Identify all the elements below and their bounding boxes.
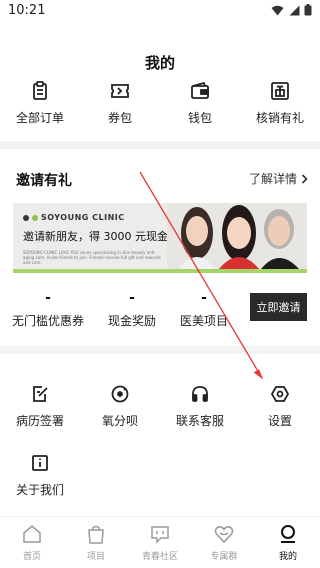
wifi-icon [271,5,284,15]
quick-item-label: 核销有礼 [255,111,304,125]
banner-models-image [167,203,307,269]
logo-dot-icon [23,214,29,221]
signal-icon [289,5,300,15]
battery-icon [304,4,312,16]
menu-row-1: 病历签署 氧分呗 联系客服 设置 [0,384,320,432]
menu-item-label: 关于我们 [15,483,64,497]
settings-hexagon-icon [270,386,290,402]
quick-item-redeem-gift[interactable]: 核销有礼 [240,78,320,130]
wallet-icon [191,81,209,99]
menu-item-label: 病历签署 [15,414,64,428]
chat-icon [151,526,169,544]
brand-logo: SOYOUNG CLINIC [23,213,125,222]
chevron-right-icon [301,173,308,184]
heart-icon [214,526,234,544]
invite-section-title: 邀请有礼 [16,173,72,189]
tab-exclusive-group[interactable]: 专属群 [192,517,256,568]
invite-details-link[interactable]: 了解详情 [249,170,308,187]
clipboard-icon [33,81,47,100]
status-time: 10:21 [8,3,46,18]
quick-item-label: 券包 [107,111,132,125]
tab-home[interactable]: 首页 [0,517,64,568]
stat-project: - 医美项目 [176,290,232,329]
invite-now-button[interactable]: 立即邀请 [250,293,307,321]
status-bar: 10:21 [0,0,320,22]
stat-label: 医美项目 [179,314,228,328]
status-icons [271,4,312,16]
bottom-tab-bar: 首页 项目 青春社区 专属群 我的 [0,516,320,568]
banner-headline: 邀请新朋友，得 3000 元现金 [23,230,168,243]
gift-scan-icon [271,82,289,100]
menu-item-oxygen-pay[interactable]: 氧分呗 [80,384,160,432]
stat-coupon: - 无门槛优惠券 [6,290,90,329]
menu-item-about-us[interactable]: 关于我们 [0,453,80,501]
quick-item-orders[interactable]: 全部订单 [0,78,80,130]
invite-banner[interactable]: SOYOUNG CLINIC 邀请新朋友，得 3000 元现金 SOYOUNG … [13,203,307,273]
menu-item-label: 氧分呗 [101,414,138,428]
stat-cash: - 现金奖励 [100,290,164,329]
menu-item-label: 联系客服 [175,414,224,428]
tab-label: 项目 [86,552,105,562]
tab-projects[interactable]: 项目 [64,517,128,568]
tab-label: 青春社区 [141,552,178,562]
tab-mine[interactable]: 我的 [256,517,320,568]
tab-label: 我的 [278,552,297,562]
sign-document-icon [33,386,48,402]
tab-community[interactable]: 青春社区 [128,517,192,568]
home-icon [23,525,41,543]
info-icon [32,455,48,471]
tab-label: 专属群 [210,552,238,562]
oxygen-coin-icon [111,385,129,403]
section-divider [0,141,320,149]
headphones-icon [192,386,208,402]
bag-icon [88,525,104,544]
menu-item-label: 设置 [267,414,292,428]
banner-fine-print: SOYOUNG CLINIC LOVE YOU saves specializi… [23,250,161,265]
brand-name: SOYOUNG CLINIC [41,213,125,222]
quick-item-wallet[interactable]: 钱包 [160,78,240,130]
tab-label: 首页 [22,552,41,562]
stat-label: 无门槛优惠券 [11,314,84,328]
menu-item-medical-records[interactable]: 病历签署 [0,384,80,432]
page-title: 我的 [144,54,175,72]
profile-icon [281,525,295,543]
menu-item-customer-service[interactable]: 联系客服 [160,384,240,432]
ticket-icon [111,84,129,98]
invite-details-label: 了解详情 [248,172,297,186]
quick-actions: 全部订单 券包 钱包 核销有礼 [0,78,320,130]
stat-value: - [201,290,207,306]
quick-item-label: 钱包 [187,111,212,125]
menu-item-settings[interactable]: 设置 [240,384,320,432]
stat-value: - [129,290,135,306]
stat-label: 现金奖励 [107,314,156,328]
section-divider [0,346,320,354]
quick-item-label: 全部订单 [15,111,64,125]
logo-dot-icon [32,214,38,221]
menu-row-2: 关于我们 [0,453,320,501]
banner-accent-stripe [13,269,307,273]
stat-value: - [45,290,51,306]
quick-item-coupons[interactable]: 券包 [80,78,160,130]
